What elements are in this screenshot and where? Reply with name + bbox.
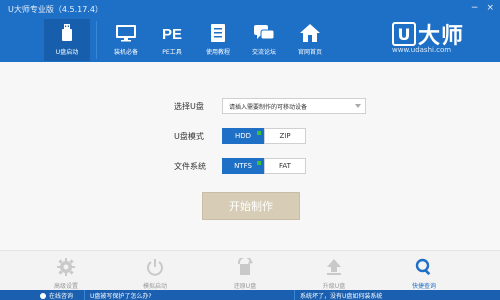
fs-ntfs-button[interactable]: NTFS [222, 158, 264, 174]
tool-upgrade-usb[interactable]: 升级U盘 [304, 257, 364, 290]
upgrade-icon [324, 257, 344, 277]
search-icon [414, 257, 434, 277]
document-icon [207, 22, 229, 44]
forum-icon [253, 22, 275, 44]
tool-advanced-settings-label: 高级设置 [53, 283, 78, 290]
filesystem-row: 文件系统 NTFS FAT [174, 158, 306, 174]
mode-hdd-label: HDD [234, 132, 252, 140]
tool-advanced-settings[interactable]: 高级设置 [36, 257, 96, 290]
fs-fat-button[interactable]: FAT [264, 158, 306, 174]
status-divider [294, 290, 295, 300]
main-panel: 选择U盘 请插入需要制作的可移动设备 U盘模式 HDD ZIP 文件系统 NTF… [0, 62, 500, 250]
mode-zip-button[interactable]: ZIP [264, 128, 306, 144]
logo-mark: U [392, 22, 416, 46]
tool-restore-usb-label: 还原U盘 [233, 283, 257, 290]
nav-label-forum: 交流论坛 [251, 49, 276, 56]
nav-label-pe-tools: PE工具 [162, 49, 182, 56]
online-consult-link[interactable]: 在线咨询 [40, 291, 73, 300]
minimize-button[interactable]: − [471, 3, 479, 13]
brand-logo: U 大师 www.udashi.com [392, 18, 484, 54]
nav-label-essentials: 装机必备 [113, 49, 138, 56]
fs-fat-label: FAT [279, 162, 291, 170]
restore-icon [235, 257, 255, 277]
usb-mode-row: U盘模式 HDD ZIP [174, 128, 306, 144]
usb-mode-label: U盘模式 [174, 131, 204, 141]
usb-mode-toggle: HDD ZIP [222, 128, 306, 144]
start-make-button[interactable]: 开始制作 [202, 192, 300, 220]
window-controls: − × [471, 3, 494, 13]
nav-item-tutorial[interactable]: 使用教程 [195, 19, 241, 61]
bottom-toolbar: 高级设置 模拟启动 还原U盘 升级U盘 快捷查询 [0, 250, 500, 290]
nav-item-forum[interactable]: 交流论坛 [241, 19, 287, 61]
filesystem-toggle: NTFS FAT [222, 158, 306, 174]
gear-icon [56, 257, 76, 277]
nav-item-usb-boot[interactable]: U盘启动 [44, 19, 90, 61]
tool-quick-search-label: 快捷查询 [411, 283, 436, 290]
tool-restore-usb[interactable]: 还原U盘 [215, 257, 275, 290]
header-bar: U大师专业版（4.5.17.4） − × U盘启动 装机必备 PE PE工具 使… [0, 0, 500, 62]
svg-text:PE: PE [162, 26, 182, 43]
home-icon [299, 22, 321, 44]
tool-simulate-boot-label: 模拟启动 [142, 283, 167, 290]
usb-select-label: 选择U盘 [174, 101, 204, 111]
monitor-icon [115, 22, 137, 44]
pe-icon: PE [161, 22, 183, 44]
filesystem-label: 文件系统 [174, 161, 206, 171]
usb-device-value: 请插入需要制作的可移动设备 [229, 103, 308, 111]
selected-indicator-icon [257, 161, 261, 165]
nav-divider [96, 21, 97, 59]
close-button[interactable]: × [486, 3, 494, 13]
write-protect-text: U盘被写保护了怎么办? [90, 293, 152, 300]
nav-label-home: 官网首页 [297, 49, 322, 56]
nav-label-tutorial: 使用教程 [205, 49, 230, 56]
logo-url: www.udashi.com [392, 46, 452, 54]
main-nav: U盘启动 装机必备 PE PE工具 使用教程 交流论坛 官网首页 [44, 19, 333, 61]
mode-zip-label: ZIP [279, 132, 291, 140]
write-protect-link[interactable]: U盘被写保护了怎么办? [90, 291, 152, 300]
tool-upgrade-usb-label: 升级U盘 [322, 283, 346, 290]
status-divider [84, 290, 85, 300]
online-consult-label: 在线咨询 [49, 293, 74, 300]
selected-indicator-icon [257, 131, 261, 135]
chevron-down-icon [355, 104, 361, 108]
mode-hdd-button[interactable]: HDD [222, 128, 264, 144]
status-bar: 在线咨询 U盘被写保护了怎么办? 系统坏了，没有U盘如何装系统 [0, 290, 500, 300]
window-title: U大师专业版（4.5.17.4） [8, 5, 103, 14]
no-usb-install-text: 系统坏了，没有U盘如何装系统 [300, 293, 383, 300]
nav-item-essentials[interactable]: 装机必备 [103, 19, 149, 61]
no-usb-install-link[interactable]: 系统坏了，没有U盘如何装系统 [300, 291, 382, 300]
tool-simulate-boot[interactable]: 模拟启动 [125, 257, 185, 290]
tool-quick-search[interactable]: 快捷查询 [394, 257, 454, 290]
chat-icon [40, 292, 46, 299]
power-icon [145, 257, 165, 277]
nav-item-home[interactable]: 官网首页 [287, 19, 333, 61]
nav-item-pe-tools[interactable]: PE PE工具 [149, 19, 195, 61]
usb-select-row: 选择U盘 请插入需要制作的可移动设备 [174, 98, 366, 114]
nav-label-usb-boot: U盘启动 [55, 49, 79, 56]
usb-drive-icon [56, 22, 78, 44]
usb-device-dropdown[interactable]: 请插入需要制作的可移动设备 [222, 98, 366, 114]
fs-ntfs-label: NTFS [234, 162, 252, 170]
